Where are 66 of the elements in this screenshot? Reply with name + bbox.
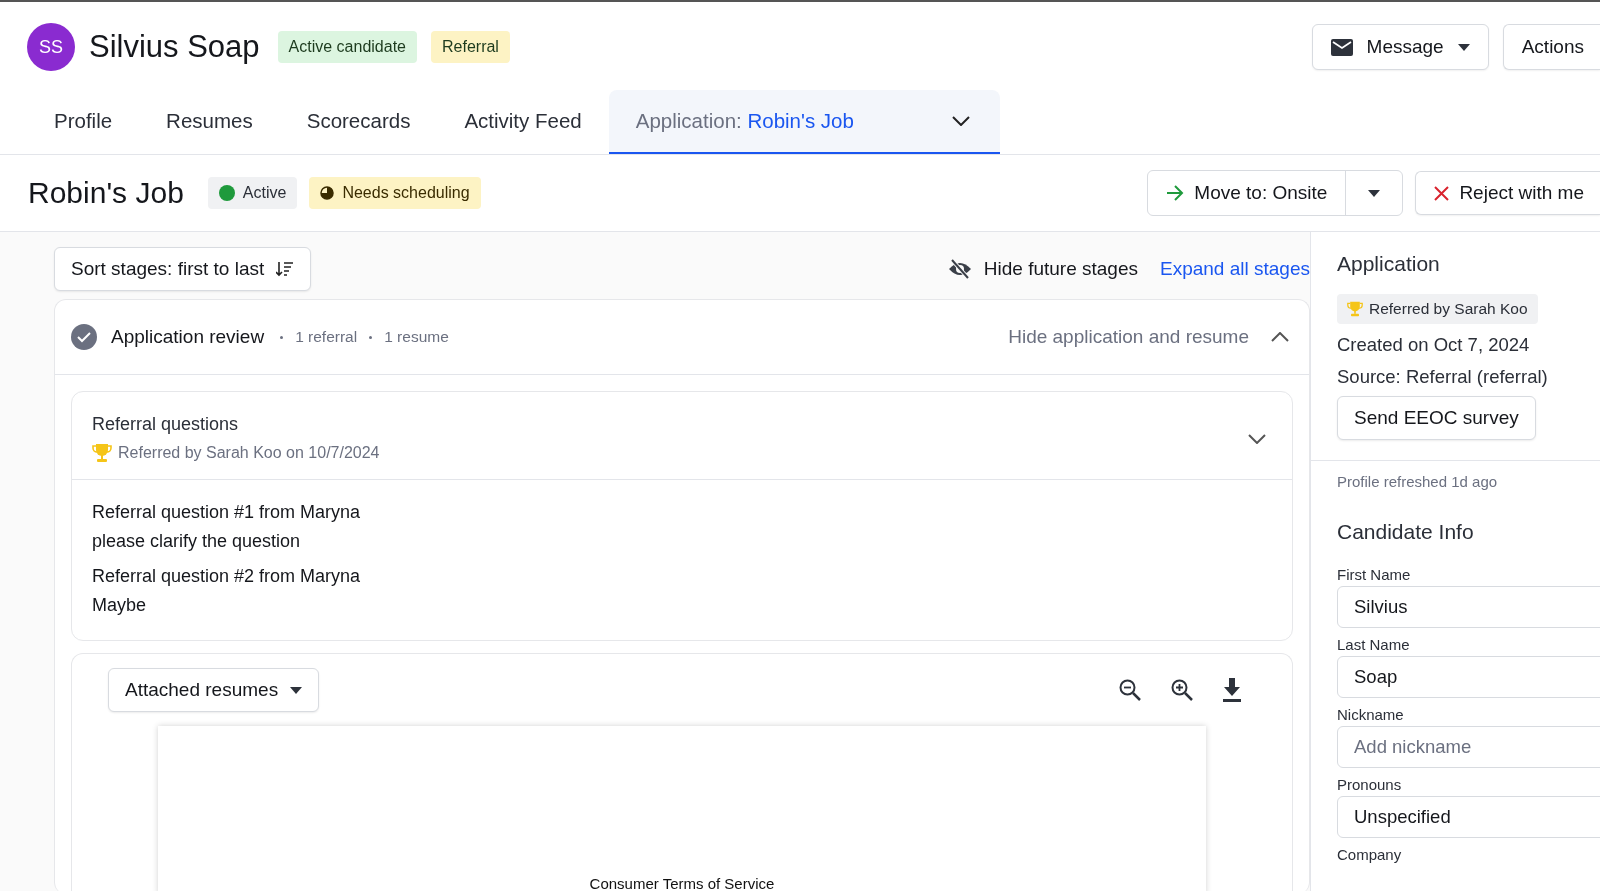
field-label: Last Name — [1337, 636, 1411, 653]
avatar: SS — [27, 23, 75, 71]
stage-meta: 1 resume — [384, 328, 449, 346]
message-button[interactable]: Message — [1311, 24, 1489, 70]
zoom-in-icon[interactable] — [1170, 678, 1194, 702]
caret-icon — [1368, 189, 1381, 197]
question: Referral question #1 from Maryna — [92, 502, 362, 523]
candidate-name: Silvius Soap — [89, 29, 260, 65]
field-label: Nickname — [1337, 706, 1405, 723]
download-icon[interactable] — [1222, 678, 1242, 702]
pie-clock-icon — [320, 186, 335, 200]
input-field[interactable]: Silvius — [1337, 586, 1600, 628]
input-field[interactable]: Unspecified — [1337, 796, 1600, 838]
trophy-icon — [1347, 301, 1363, 317]
separator-dot — [280, 335, 284, 339]
hide-application-button[interactable]: Hide application and resume — [1008, 326, 1289, 348]
panel-title: Application — [1337, 252, 1440, 276]
status-badge: Active — [207, 177, 298, 209]
chevron-down-icon — [951, 116, 970, 126]
document-title: Consumer Terms of Service — [589, 875, 775, 891]
section-title: Referral questions — [92, 414, 240, 435]
actions-button[interactable]: Actions — [1502, 24, 1600, 70]
move-button[interactable]: Move to: Onsite — [1148, 171, 1347, 215]
caret-icon — [1457, 43, 1470, 51]
chevron-down-icon[interactable] — [1248, 433, 1266, 444]
hide-future-button[interactable]: Hide future stages — [947, 258, 1138, 280]
field-label: Pronouns — [1337, 776, 1403, 793]
referral-note: Referred by Sarah Koo on 10/7/2024 — [118, 444, 380, 462]
refresh-note: Profile refreshed 1d ago — [1337, 473, 1498, 490]
eeoc-button[interactable]: Send EEOC survey — [1337, 396, 1536, 440]
separator-dot — [369, 335, 373, 339]
tab[interactable]: Scorecards — [279, 90, 438, 154]
source-text: Source: Referral (referral) — [1337, 366, 1548, 388]
job-title: Robin's Job — [28, 176, 184, 210]
arrow-right-icon — [1166, 185, 1185, 201]
caret-icon — [290, 686, 303, 694]
input-field[interactable]: Soap — [1337, 656, 1600, 698]
created-date: Created on Oct 7, 2024 — [1337, 334, 1530, 356]
tab[interactable]: Application: Robin's Job — [608, 90, 1000, 154]
stage-name: Application review — [111, 326, 265, 348]
answer: Maybe — [92, 595, 148, 616]
sort-icon — [276, 261, 295, 277]
resumes-dropdown[interactable]: Attached resumes — [108, 668, 320, 712]
stage-meta: 1 referral — [295, 328, 358, 346]
chevron-up-icon — [1271, 332, 1289, 342]
zoom-out-icon[interactable] — [1118, 678, 1142, 702]
field-label: Company — [1337, 846, 1402, 863]
close-icon — [1434, 185, 1450, 201]
input-field[interactable]: Add nickname — [1337, 726, 1600, 768]
tag: Active candidate — [277, 31, 417, 63]
mail-icon — [1330, 38, 1353, 56]
tab[interactable]: Resumes — [139, 90, 280, 154]
referral-chip: Referred by Sarah Koo — [1337, 294, 1538, 324]
tag: Referral — [431, 31, 510, 63]
trophy-icon — [92, 443, 112, 463]
reject-button[interactable]: Reject with me — [1415, 171, 1600, 215]
section-title: Candidate Info — [1337, 520, 1474, 544]
question: Referral question #2 from Maryna — [92, 566, 362, 587]
eye-slash-icon — [947, 259, 972, 279]
tab[interactable]: Profile — [27, 90, 140, 154]
tab[interactable]: Activity Feed — [437, 90, 609, 154]
sort-button[interactable]: Sort stages: first to last — [54, 247, 312, 291]
expand-all-link[interactable]: Expand all stages — [1160, 258, 1310, 280]
answer: please clarify the question — [92, 531, 302, 552]
field-label: First Name — [1337, 566, 1412, 583]
status-badge: Needs scheduling — [309, 177, 481, 209]
